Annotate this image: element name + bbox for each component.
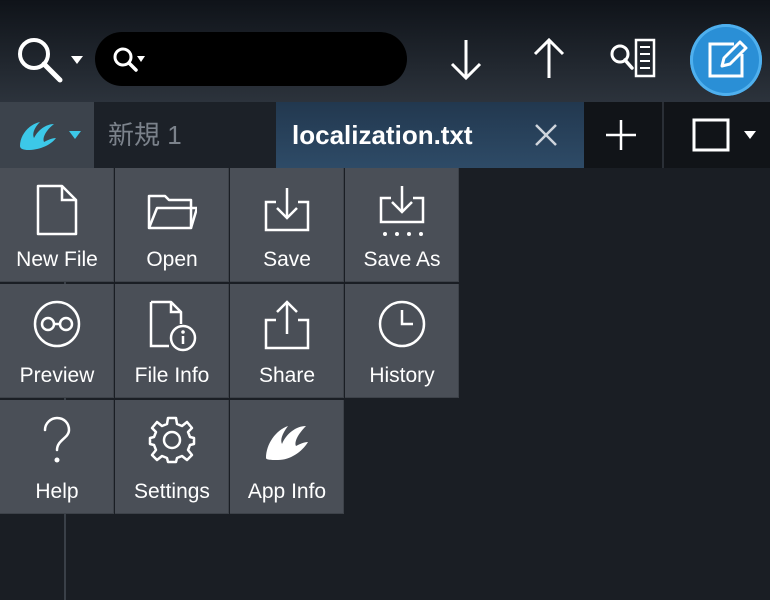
find-previous-arrow-up-icon[interactable] <box>527 34 571 84</box>
menu-item-save-as[interactable]: Save As <box>345 168 459 282</box>
menu-item-label: Save As <box>363 248 441 271</box>
edit-mode-button[interactable] <box>690 24 762 96</box>
menu-item-history[interactable]: History <box>345 284 459 398</box>
app-logo-icon <box>20 122 56 150</box>
menu-item-preview[interactable]: Preview <box>0 284 114 398</box>
search-options-icon[interactable] <box>111 44 147 74</box>
tab-bar: 新規 1 localization.txt <box>0 102 770 168</box>
search-input[interactable] <box>153 42 383 76</box>
menu-item-save[interactable]: Save <box>230 168 344 282</box>
tab-label: localization.txt <box>292 120 473 150</box>
new-tab-plus-icon[interactable] <box>604 118 638 152</box>
menu-item-label: History <box>369 364 435 387</box>
menu-item-open[interactable]: Open <box>115 168 229 282</box>
clock-icon <box>378 300 426 348</box>
menu-item-settings[interactable]: Settings <box>115 400 229 514</box>
menu-item-label: Open <box>146 248 198 271</box>
search-field[interactable] <box>95 32 407 86</box>
file-info-icon <box>149 300 197 352</box>
menu-item-label: File Info <box>134 364 210 387</box>
menu-item-app-info[interactable]: App Info <box>230 400 344 514</box>
save-icon <box>264 188 310 232</box>
search-icon[interactable] <box>14 34 66 86</box>
view-chevron-down-icon[interactable] <box>744 131 756 139</box>
folder-icon <box>147 194 197 230</box>
tab-untitled[interactable]: 新規 1 <box>94 102 276 168</box>
menu-item-share[interactable]: Share <box>230 284 344 398</box>
gear-icon <box>148 416 196 464</box>
preview-icon <box>33 300 81 348</box>
search-mode-chevron-down-icon[interactable] <box>71 56 83 64</box>
top-toolbar <box>0 0 770 102</box>
menu-item-label: Settings <box>134 480 210 503</box>
split-view-icon[interactable] <box>692 118 730 152</box>
menu-item-label: Share <box>258 364 316 387</box>
menu-item-file-info[interactable]: File Info <box>115 284 229 398</box>
tab-divider <box>662 102 664 168</box>
find-next-arrow-down-icon[interactable] <box>444 34 488 84</box>
tab-label: 新規 1 <box>108 120 182 150</box>
menu-item-new-file[interactable]: New File <box>0 168 114 282</box>
app-logo-icon <box>266 426 308 460</box>
new-file-icon <box>36 184 78 236</box>
app-menu-grid: New File Open Save Save As Preview File … <box>0 168 460 515</box>
close-tab-icon[interactable] <box>532 121 560 149</box>
search-results-list-icon[interactable] <box>606 34 660 84</box>
question-icon <box>43 416 71 463</box>
app-menu-button[interactable] <box>0 102 94 168</box>
pencil-edit-icon <box>708 40 748 78</box>
menu-item-help[interactable]: Help <box>0 400 114 514</box>
save-as-icon <box>379 186 425 236</box>
app-menu-chevron-down-icon <box>69 131 81 139</box>
menu-item-label: App Info <box>247 480 327 503</box>
menu-item-label: Save <box>263 248 311 271</box>
share-icon <box>264 300 310 350</box>
menu-item-label: Help <box>35 480 79 503</box>
menu-item-label: Preview <box>19 364 95 387</box>
menu-item-label: New File <box>16 248 98 271</box>
